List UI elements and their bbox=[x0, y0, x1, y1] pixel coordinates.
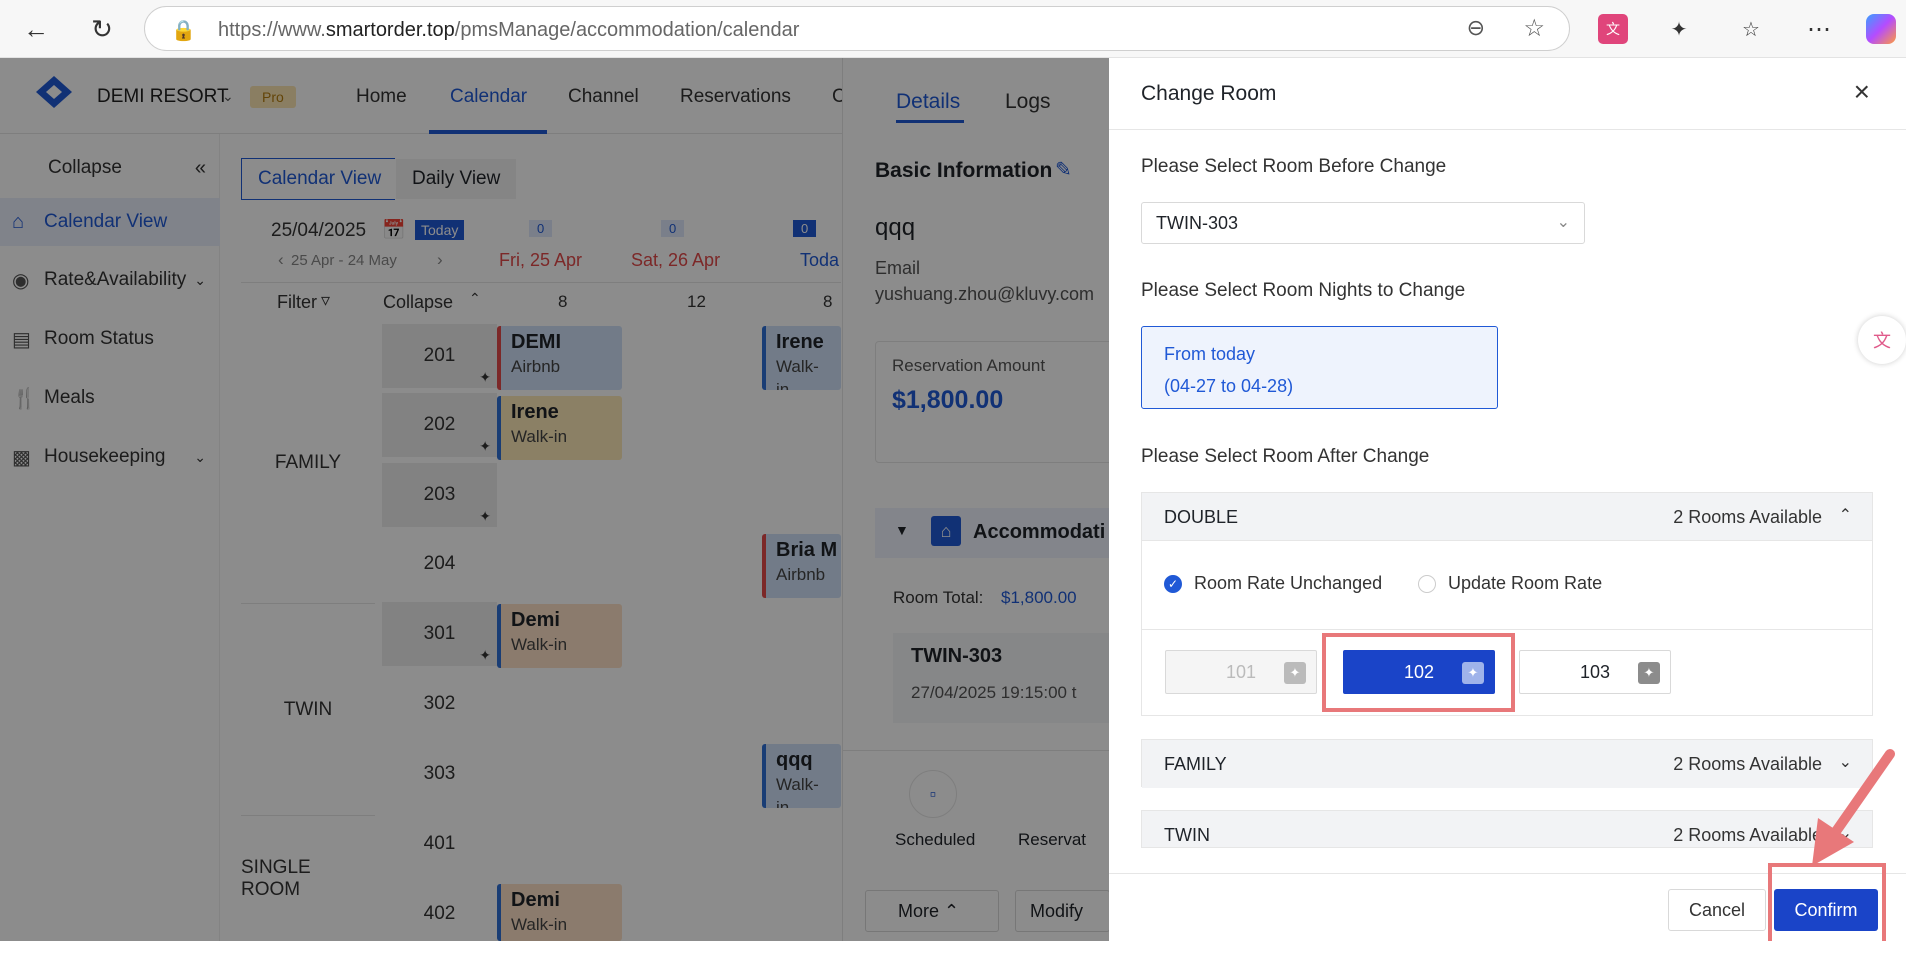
room-nights-label: Please Select Room Nights to Change bbox=[1141, 280, 1466, 301]
close-icon[interactable]: × bbox=[1854, 76, 1870, 108]
copilot-icon[interactable] bbox=[1866, 14, 1896, 44]
annotation-arrow-icon bbox=[1812, 749, 1895, 866]
divider bbox=[1142, 629, 1872, 630]
room-type-name: DOUBLE bbox=[1164, 507, 1239, 527]
reload-icon[interactable]: ↻ bbox=[82, 10, 122, 48]
favorite-star-icon[interactable]: ☆ bbox=[1523, 14, 1545, 43]
favorites-icon[interactable]: ☆ bbox=[1736, 14, 1766, 44]
page-bottom bbox=[0, 941, 1906, 962]
room-option-101: 101 ✦ bbox=[1165, 650, 1317, 694]
back-arrow-icon[interactable]: ← bbox=[16, 10, 56, 48]
lock-icon: 🔒 bbox=[171, 20, 196, 42]
room-before-value: TWIN-303 bbox=[1156, 213, 1239, 233]
address-bar[interactable]: 🔒 https://www.smartorder.top/pmsManage/a… bbox=[144, 6, 1570, 51]
broom-icon: ✦ bbox=[1284, 662, 1306, 684]
translate-extension-icon[interactable]: 文 bbox=[1598, 14, 1628, 44]
update-room-rate-radio[interactable]: Update Room Rate bbox=[1418, 573, 1602, 594]
radio-label: Update Room Rate bbox=[1448, 573, 1603, 593]
rooms-available: 2 Rooms Available bbox=[1673, 754, 1822, 774]
chevron-down-icon: ⌄ bbox=[1556, 214, 1570, 231]
more-menu-icon[interactable]: ⋯ bbox=[1804, 14, 1834, 44]
room-type-header[interactable]: DOUBLE 2 Rooms Available ⌃ bbox=[1142, 493, 1872, 541]
modal-title: Change Room bbox=[1141, 82, 1277, 105]
room-rate-unchanged-radio[interactable]: ✓ Room Rate Unchanged bbox=[1164, 573, 1382, 594]
room-before-label: Please Select Room Before Change bbox=[1141, 156, 1447, 177]
cancel-button[interactable]: Cancel bbox=[1668, 889, 1766, 931]
radio-checked-icon: ✓ bbox=[1164, 574, 1182, 593]
room-type-name: TWIN bbox=[1164, 825, 1210, 845]
room-type-header[interactable]: FAMILY 2 Rooms Available ⌄ bbox=[1142, 740, 1872, 788]
browser-toolbar: ← ↻ 🔒 https://www.smartorder.top/pmsMana… bbox=[0, 0, 1906, 58]
room-before-select[interactable]: TWIN-303 ⌄ bbox=[1141, 202, 1585, 244]
app-window: DEMI RESORT ⌄ Pro Home Calendar Channel … bbox=[0, 58, 1906, 941]
modal-backdrop[interactable] bbox=[0, 58, 1109, 941]
room-nights-line1: From today bbox=[1164, 344, 1256, 364]
room-type-header[interactable]: TWIN 2 Rooms Available ⌄ bbox=[1142, 811, 1872, 847]
room-type-panel-twin: TWIN 2 Rooms Available ⌄ bbox=[1141, 810, 1873, 848]
rooms-available: 2 Rooms Available bbox=[1673, 825, 1822, 845]
extensions-puzzle-icon[interactable]: ✦ bbox=[1664, 14, 1694, 44]
room-option-103[interactable]: 103 ✦ bbox=[1519, 650, 1671, 694]
radio-unchecked-icon bbox=[1418, 574, 1436, 593]
highlight-box-room-102 bbox=[1322, 633, 1515, 712]
broom-icon: ✦ bbox=[1638, 662, 1660, 684]
divider bbox=[1109, 129, 1906, 130]
chevron-up-icon[interactable]: ⌃ bbox=[1839, 505, 1852, 525]
translate-float-icon[interactable]: 文 bbox=[1858, 316, 1906, 364]
radio-label: Room Rate Unchanged bbox=[1194, 573, 1383, 593]
room-nights-option[interactable]: From today (04-27 to 04-28) bbox=[1141, 326, 1498, 409]
room-after-label: Please Select Room After Change bbox=[1141, 446, 1430, 467]
room-type-panel-family: FAMILY 2 Rooms Available ⌄ bbox=[1141, 739, 1873, 788]
url-text: https://www.smartorder.top/pmsManage/acc… bbox=[218, 19, 800, 41]
rooms-available: 2 Rooms Available bbox=[1673, 507, 1822, 527]
change-room-drawer: Change Room × Please Select Room Before … bbox=[1109, 58, 1906, 941]
room-type-name: FAMILY bbox=[1164, 754, 1227, 774]
room-nights-line2: (04-27 to 04-28) bbox=[1164, 375, 1294, 396]
zoom-out-icon[interactable]: ⊖ bbox=[1467, 15, 1485, 41]
